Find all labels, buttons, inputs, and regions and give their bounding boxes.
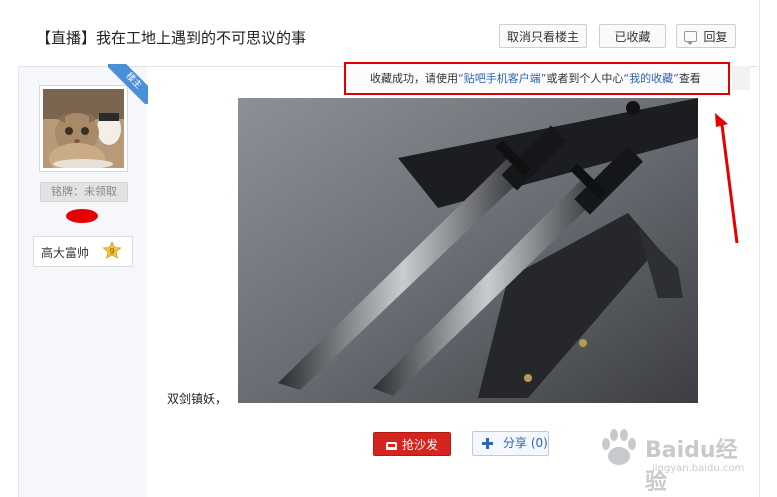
level-number: 9 xyxy=(109,247,114,256)
grab-sofa-button[interactable]: 抢沙发 xyxy=(373,432,451,456)
level-title: 高大富帅 xyxy=(41,246,90,260)
sofa-icon xyxy=(385,442,397,450)
favorite-success-notice: 收藏成功，请使用“贴吧手机客户端”或者到个人中心“我的收藏”查看 xyxy=(344,62,730,95)
nameplate-badge[interactable]: 铭牌：未领取 xyxy=(40,182,128,202)
post-image[interactable] xyxy=(238,98,698,403)
share-button[interactable]: 分享 (0) xyxy=(472,431,549,456)
favorited-button[interactable]: 已收藏 xyxy=(599,24,666,48)
comment-icon xyxy=(684,31,698,45)
level-star-icon: 9 xyxy=(102,241,122,259)
notice-shade xyxy=(732,66,750,90)
cancel-only-host-button[interactable]: 取消只看楼主 xyxy=(499,24,587,48)
thread-title: 【直播】我在工地上遇到的不可思议的事 xyxy=(36,29,307,47)
my-favorites-link[interactable]: “我的收藏” xyxy=(623,72,678,85)
notice-suffix: 查看 xyxy=(678,72,701,85)
reply-button[interactable]: 回复 xyxy=(676,24,736,48)
baidu-jingyan-watermark: Baidu经验 jingyan.baidu.com xyxy=(590,418,744,495)
plus-icon xyxy=(482,438,493,449)
reply-label: 回复 xyxy=(703,30,728,44)
watermark-url: jingyan.baidu.com xyxy=(652,463,745,474)
share-count: (0) xyxy=(530,436,548,450)
post-caption: 双剑镇妖， xyxy=(167,392,228,406)
paw-logo-icon xyxy=(602,429,636,465)
notice-middle: 或者到个人中心 xyxy=(546,72,624,85)
mobile-client-link[interactable]: “贴吧手机客户端” xyxy=(458,72,546,85)
redacted-username xyxy=(66,209,98,223)
notice-prefix: 收藏成功，请使用 xyxy=(370,72,458,85)
share-label: 分享 xyxy=(503,436,528,450)
host-corner-label: 楼主 xyxy=(108,64,148,104)
host-corner-tag: 楼主 xyxy=(108,64,148,104)
twin-swords-photo xyxy=(238,98,698,403)
sofa-label: 抢沙发 xyxy=(401,438,438,452)
user-level[interactable]: 高大富帅 9 xyxy=(33,236,133,267)
